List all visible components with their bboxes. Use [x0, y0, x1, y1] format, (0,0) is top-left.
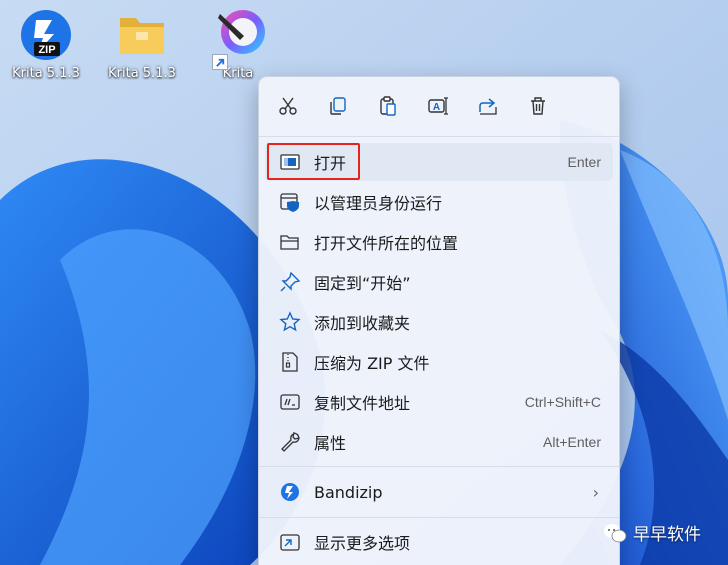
wrench-icon [277, 429, 303, 455]
menu-item-properties[interactable]: 属性 Alt+Enter [265, 423, 613, 461]
menu-separator [259, 136, 619, 137]
menu-item-label: 显示更多选项 [314, 534, 411, 553]
wechat-icon [604, 523, 627, 542]
scissors-icon [279, 97, 297, 115]
share-button[interactable] [473, 91, 503, 121]
zip-file-icon [277, 349, 303, 375]
bandizip-icon [277, 479, 303, 505]
watermark-text: 早早软件 [633, 525, 701, 545]
svg-text:A: A [433, 102, 440, 113]
context-menu-toolbar: A [259, 77, 619, 135]
menu-item-shortcut: Alt+Enter [543, 434, 601, 450]
folder-icon [114, 8, 170, 62]
menu-item-copy-path[interactable]: 复制文件地址 Ctrl+Shift+C [265, 383, 613, 421]
desktop-icon-krita-folder[interactable]: Krita 5.1.3 [100, 8, 184, 92]
menu-item-label: 打开文件所在的位置 [314, 234, 459, 253]
zip-archive-icon: ZIP [18, 8, 74, 62]
menu-item-label: Bandizip [314, 482, 383, 502]
menu-item-label: 属性 [314, 434, 347, 453]
rename-icon: A [428, 97, 448, 115]
delete-button[interactable] [523, 91, 553, 121]
pin-icon [277, 269, 303, 295]
shield-run-icon [277, 189, 303, 215]
krita-app-icon [210, 8, 266, 70]
menu-item-bandizip[interactable]: Bandizip › [265, 473, 613, 511]
folder-icon [277, 229, 303, 255]
menu-item-label: 压缩为 ZIP 文件 [314, 354, 430, 373]
star-icon [277, 309, 303, 335]
desktop-icon-label: Krita 5.1.3 [108, 66, 176, 81]
menu-item-label: 复制文件地址 [314, 394, 411, 413]
menu-item-pin-to-start[interactable]: 固定到“开始” [265, 263, 613, 301]
menu-item-show-more-options[interactable]: 显示更多选项 [265, 523, 613, 561]
paste-button[interactable] [373, 91, 403, 121]
menu-separator [259, 466, 619, 467]
menu-separator [259, 517, 619, 518]
trash-icon [531, 97, 545, 115]
menu-item-shortcut: Ctrl+Shift+C [524, 394, 601, 410]
rename-button[interactable]: A [423, 91, 453, 121]
desktop-icon-label: Krita 5.1.3 [12, 66, 80, 81]
menu-item-compress-zip[interactable]: 压缩为 ZIP 文件 [265, 343, 613, 381]
desktop-icon-krita-zip[interactable]: ZIP Krita 5.1.3 [4, 8, 88, 92]
menu-item-add-to-favorites[interactable]: 添加到收藏夹 [265, 303, 613, 341]
cut-button[interactable] [273, 91, 303, 121]
menu-item-run-as-admin[interactable]: 以管理员身份运行 [265, 183, 613, 221]
more-options-icon [277, 529, 303, 555]
shortcut-arrow-icon [212, 54, 228, 70]
menu-item-label: 以管理员身份运行 [314, 194, 443, 213]
chevron-right-icon: › [592, 482, 599, 502]
annotation-highlight-box [267, 143, 360, 180]
menu-item-open-file-location[interactable]: 打开文件所在的位置 [265, 223, 613, 261]
menu-item-label: 固定到“开始” [314, 274, 411, 293]
watermark: 早早软件 [603, 520, 701, 545]
share-icon [479, 98, 497, 115]
svg-text:ZIP: ZIP [38, 44, 55, 56]
menu-item-shortcut: Enter [567, 154, 601, 170]
copy-icon [330, 97, 346, 115]
paste-icon [380, 96, 396, 116]
menu-item-label: 添加到收藏夹 [314, 314, 411, 333]
copy-button[interactable] [323, 91, 353, 121]
copy-path-icon [277, 389, 303, 415]
